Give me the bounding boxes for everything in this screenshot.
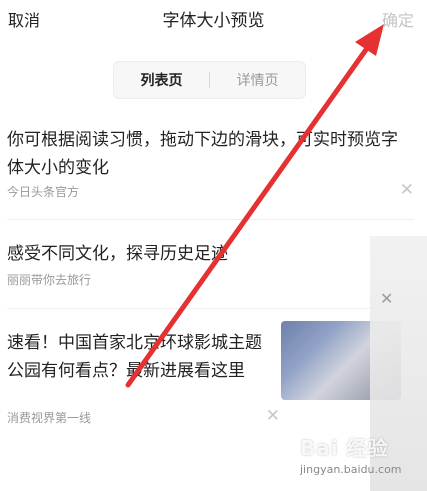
divider xyxy=(7,219,414,220)
preview-mode-tabs: 列表页 详情页 xyxy=(113,61,306,99)
feed-item-source: 消费视界第一线 xyxy=(7,411,92,425)
feed-item-title[interactable]: 感受不同文化，探寻历史足迹 xyxy=(7,240,417,268)
page-title: 字体大小预览 xyxy=(162,11,265,31)
divider xyxy=(7,308,414,309)
feed-item-source: 丽丽带你去旅行 xyxy=(7,273,92,287)
close-icon[interactable]: ✕ xyxy=(266,406,280,426)
watermark-url: jingyan.baidu.com xyxy=(300,463,402,476)
feed-item-title[interactable]: 速看！中国首家北京环球影城主题 公园有何看点？最新进展看这里 xyxy=(7,329,417,385)
close-icon[interactable]: ✕ xyxy=(380,289,393,308)
confirm-button[interactable]: 确定 xyxy=(382,7,414,31)
watermark-logo: Bai 经验 xyxy=(300,436,389,460)
tab-list-page[interactable]: 列表页 xyxy=(114,70,209,90)
feed-item-source: 今日头条官方 xyxy=(7,185,80,199)
feed-item-title[interactable]: 你可根据阅读习惯，拖动下边的滑块，可实时预览字 体大小的变化 xyxy=(7,126,417,182)
tab-detail-page[interactable]: 详情页 xyxy=(210,70,305,90)
close-icon[interactable]: ✕ xyxy=(400,180,414,200)
top-bar: 取消 字体大小预览 确定 xyxy=(0,0,427,36)
